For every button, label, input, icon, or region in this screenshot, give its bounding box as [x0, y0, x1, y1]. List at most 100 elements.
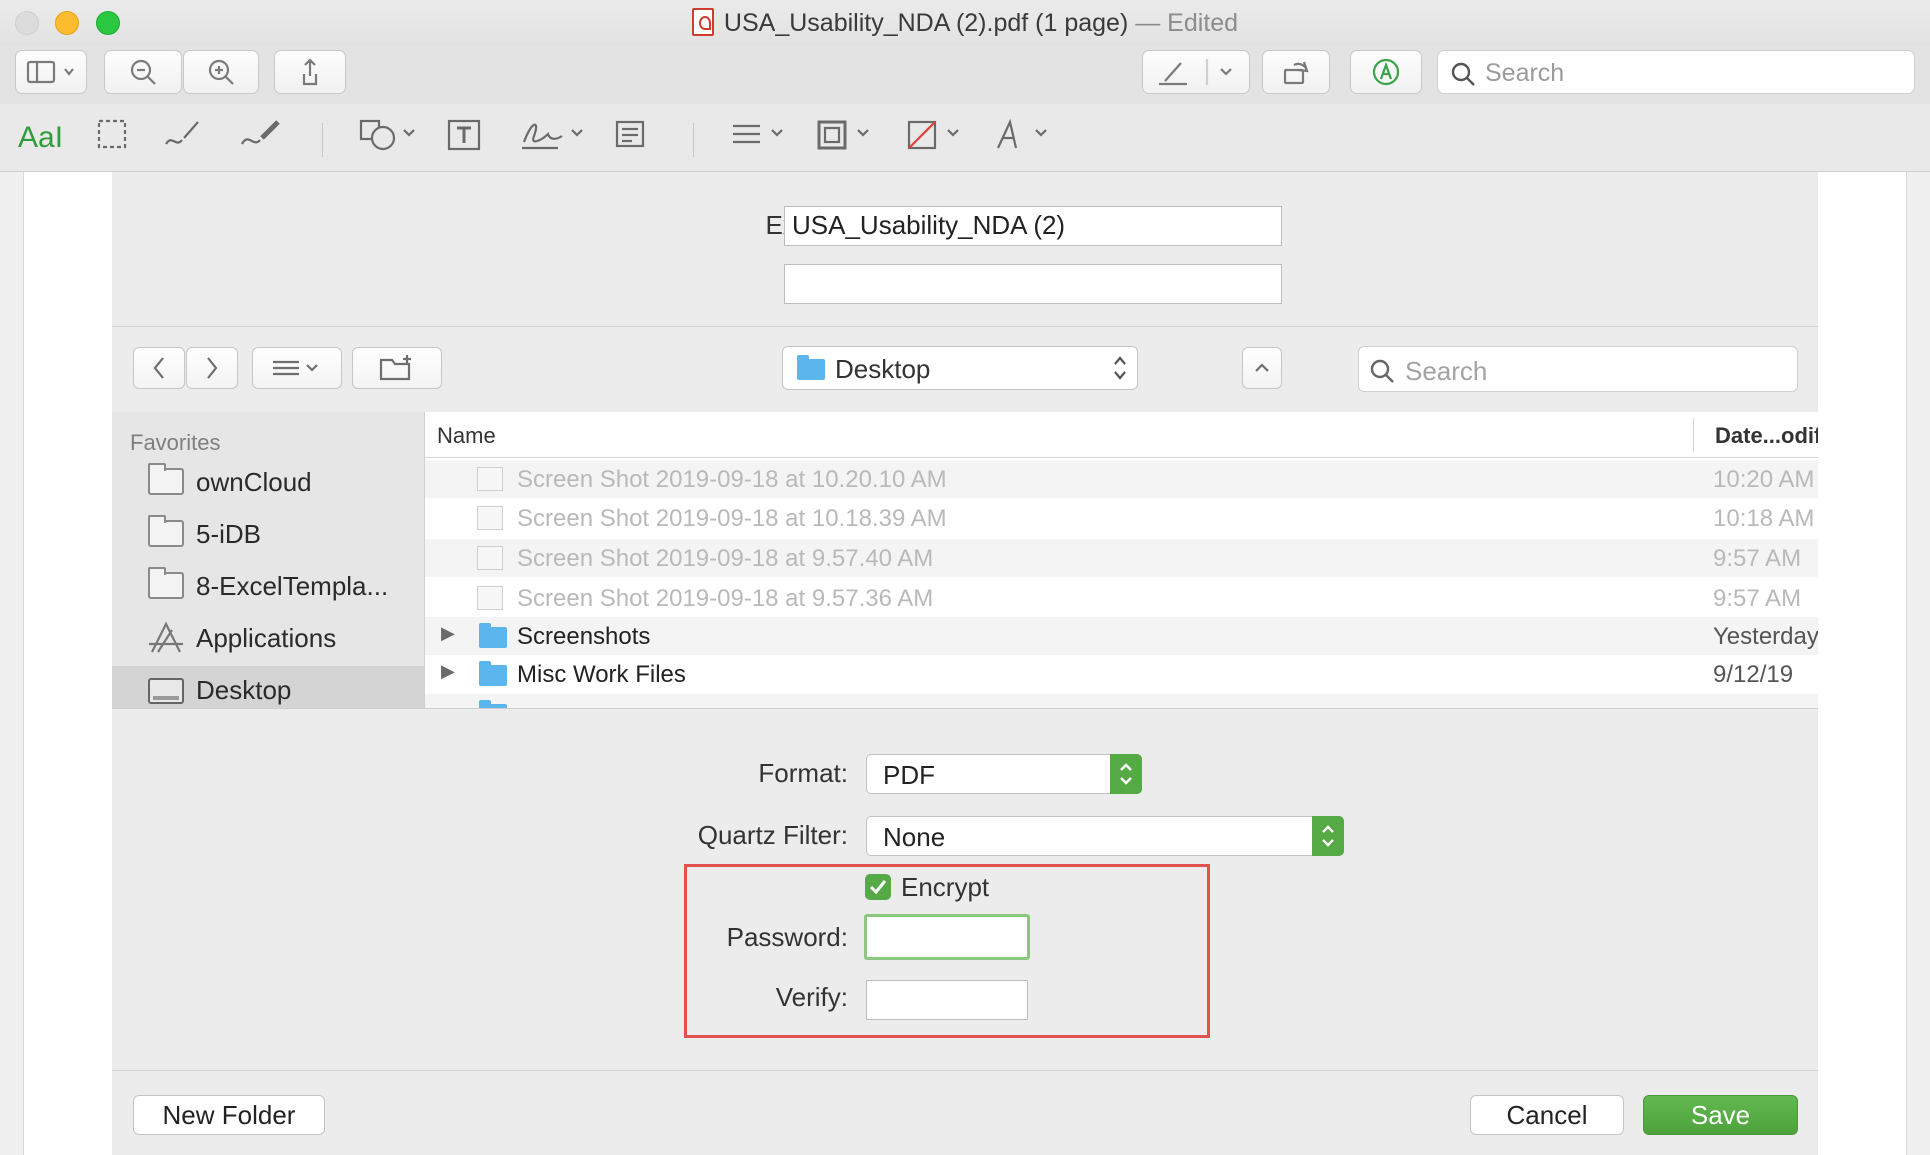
- export-sheet: Export As: USA_Usability_NDA (2) Tags: D…: [112, 172, 1818, 1155]
- file-name: Screen Shot 2019-09-18 at 9.57.36 AM: [517, 585, 934, 612]
- sidebar-item-owncloud[interactable]: ownCloud: [112, 458, 424, 504]
- sketch-icon: [165, 121, 199, 145]
- sidebar-item-desktop[interactable]: Desktop: [112, 666, 424, 708]
- border-color-icon: [817, 120, 869, 150]
- column-divider: [1693, 418, 1694, 452]
- share-button[interactable]: [274, 50, 346, 94]
- updown-arrows-icon: [1322, 825, 1334, 847]
- encrypt-checkbox[interactable]: [865, 874, 891, 900]
- file-row: Screen Shot 2019-09-18 at 10.20.10 AM 10…: [425, 460, 1818, 498]
- location-popup[interactable]: Desktop: [782, 346, 1138, 390]
- disclosure-triangle-icon[interactable]: ▶: [441, 661, 455, 682]
- markup-toolbar-button[interactable]: [1350, 50, 1422, 94]
- back-button[interactable]: [133, 347, 185, 389]
- zoom-in-button[interactable]: [183, 50, 259, 94]
- zoom-out-icon: [130, 59, 156, 85]
- disclosure-triangle-icon[interactable]: ▶: [441, 623, 455, 644]
- shape-style-tool[interactable]: [730, 118, 790, 152]
- browser-bottom-divider: [112, 708, 1818, 709]
- image-file-icon: [477, 506, 503, 530]
- collapse-browser-button[interactable]: [1242, 347, 1282, 389]
- chevron-up-icon: [1255, 363, 1269, 372]
- save-button[interactable]: Save: [1643, 1095, 1798, 1135]
- sidebar-toggle-button[interactable]: [15, 50, 87, 94]
- quartz-filter-stepper: [1312, 816, 1344, 856]
- signature-icon: [522, 123, 583, 150]
- toolbar-search-placeholder: Search: [1485, 59, 1565, 87]
- edited-indicator: — Edited: [1135, 9, 1239, 37]
- format-stepper: [1110, 754, 1142, 794]
- draw-icon: [241, 120, 280, 145]
- highlight-button[interactable]: [1142, 50, 1250, 94]
- zoom-in-icon: [208, 59, 234, 85]
- column-header-date-modified[interactable]: Date...odified: [1715, 423, 1818, 449]
- file-row: Screen Shot 2019-09-18 at 10.18.39 AM 10…: [425, 499, 1818, 537]
- view-options-button[interactable]: [252, 347, 342, 389]
- new-folder-icon-button[interactable]: [352, 347, 442, 389]
- folder-row[interactable]: ▶ Screenshots Yesterday: [425, 617, 1818, 655]
- quartz-filter-value: None: [883, 822, 946, 852]
- rotate-icon: [1283, 61, 1309, 85]
- toolbar-search-field[interactable]: Search: [1437, 50, 1915, 94]
- sidebar-item-exceltemplates[interactable]: 8-ExcelTempla...: [112, 562, 424, 608]
- encrypt-label[interactable]: Encrypt: [901, 872, 989, 903]
- title-bar: USA_Usability_NDA (2).pdf (1 page) — Edi…: [0, 0, 1930, 46]
- image-file-icon: [477, 467, 503, 491]
- text-style-tool[interactable]: [994, 118, 1054, 152]
- text-selection-tool[interactable]: AaI: [18, 121, 63, 155]
- rectangular-selection-tool[interactable]: [96, 118, 128, 150]
- new-folder-button[interactable]: New Folder: [133, 1095, 325, 1135]
- checkmark-icon: [869, 880, 887, 895]
- rectangular-selection-icon: [97, 119, 127, 149]
- signature-tool[interactable]: [518, 118, 588, 152]
- updown-arrows-icon: [1114, 356, 1126, 380]
- desktop-icon: [148, 678, 184, 704]
- file-name: Screen Shot 2019-09-18 at 10.18.39 AM: [517, 505, 947, 532]
- list-view-icon: [273, 360, 318, 376]
- draw-tool[interactable]: [238, 118, 284, 152]
- border-color-tool[interactable]: [816, 118, 876, 152]
- chevron-left-icon: [153, 357, 164, 379]
- zoom-out-button[interactable]: [104, 50, 182, 94]
- sheet-divider: [112, 326, 1818, 327]
- folder-icon: [148, 463, 184, 495]
- rotate-button[interactable]: [1262, 50, 1330, 94]
- search-icon: [1370, 359, 1394, 383]
- fill-color-tool[interactable]: [906, 118, 966, 152]
- shapes-tool[interactable]: [358, 118, 420, 152]
- sidebar-item-label: Applications: [196, 623, 337, 653]
- file-date: 10:18 AM: [1713, 505, 1815, 532]
- file-row: Screen Shot 2019-09-18 at 9.57.36 AM 9:5…: [425, 579, 1818, 617]
- applications-icon: [149, 621, 183, 653]
- folder-icon: [148, 567, 184, 599]
- note-tool[interactable]: [614, 118, 646, 152]
- fill-color-icon: [907, 120, 959, 150]
- quartz-filter-popup[interactable]: None: [866, 816, 1344, 856]
- folder-row[interactable]: ▶ Misc Work Files 9/12/19: [425, 655, 1818, 693]
- export-as-input[interactable]: USA_Usability_NDA (2): [784, 206, 1282, 246]
- text-box-tool[interactable]: [446, 118, 482, 152]
- column-header-name[interactable]: Name: [437, 423, 496, 449]
- share-icon: [302, 58, 318, 86]
- folder-row-partial[interactable]: [425, 694, 1818, 708]
- verify-input[interactable]: [866, 980, 1028, 1020]
- file-row: Screen Shot 2019-09-18 at 9.57.40 AM 9:5…: [425, 539, 1818, 577]
- favorites-sidebar: Favorites ownCloud 5-iDB 8-ExcelTempla..…: [112, 412, 424, 708]
- sidebar-item-label: 5-iDB: [196, 519, 262, 549]
- sidebar-item-applications[interactable]: Applications: [112, 614, 424, 660]
- format-popup[interactable]: PDF: [866, 754, 1142, 794]
- sketch-tool[interactable]: [162, 118, 202, 152]
- chevron-right-icon: [207, 357, 218, 379]
- note-icon: [615, 120, 645, 148]
- cancel-button[interactable]: Cancel: [1470, 1095, 1624, 1135]
- text-style-icon: [997, 118, 1047, 149]
- forward-button[interactable]: [186, 347, 238, 389]
- tags-input[interactable]: [784, 264, 1282, 304]
- password-input[interactable]: [864, 914, 1030, 960]
- desktop-folder-icon: [797, 355, 825, 380]
- highlighter-icon: [1159, 59, 1232, 86]
- sidebar-item-5-idb[interactable]: 5-iDB: [112, 510, 424, 556]
- folder-name: Screenshots: [517, 623, 651, 650]
- folder-date: Yesterday: [1713, 623, 1818, 650]
- sheet-search-field[interactable]: Search: [1358, 346, 1798, 392]
